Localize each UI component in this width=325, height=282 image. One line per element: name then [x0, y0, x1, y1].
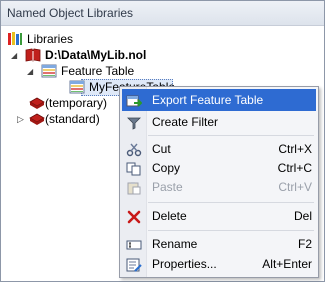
menu-separator: [148, 230, 314, 231]
menu-item-paste[interactable]: Paste Ctrl+V: [122, 176, 316, 198]
red-library-icon: [29, 112, 45, 126]
rename-icon: [126, 237, 142, 251]
collapse-triangle-icon[interactable]: ◢: [27, 67, 34, 76]
menu-item-delete[interactable]: Delete Del: [122, 205, 316, 227]
shortcut-properties: Alt+Enter: [262, 257, 312, 271]
menu-label-export: Export Feature Table: [152, 93, 264, 107]
panel-title-bar: Named Object Libraries: [1, 1, 324, 26]
table-icon: [69, 80, 85, 94]
expand-triangle-icon[interactable]: ▷: [17, 115, 24, 124]
shortcut-delete: Del: [293, 209, 312, 223]
table-icon: [41, 64, 57, 78]
shortcut-rename: F2: [297, 237, 312, 251]
menu-label-create-filter: Create Filter: [152, 115, 219, 129]
tree-label-library-file: D:\Data\MyLib.nol: [45, 48, 147, 62]
red-book-icon: [25, 48, 41, 62]
export-table-icon: [126, 93, 143, 107]
filter-icon: [126, 115, 142, 130]
menu-item-create-filter[interactable]: Create Filter: [122, 111, 316, 133]
books-icon: [7, 31, 22, 45]
collapse-triangle-icon[interactable]: ◢: [11, 51, 18, 60]
tree-label-standard: (standard): [45, 112, 100, 126]
paste-icon: [126, 180, 142, 195]
menu-item-properties[interactable]: Properties... Alt+Enter: [122, 253, 316, 275]
menu-separator: [148, 135, 314, 136]
properties-icon: [126, 257, 142, 272]
shortcut-paste: Ctrl+V: [278, 180, 312, 194]
delete-x-icon: [126, 209, 142, 224]
menu-item-export-feature-table[interactable]: Export Feature Table: [122, 89, 316, 111]
menu-item-rename[interactable]: Rename F2: [122, 233, 316, 255]
menu-label-paste: Paste: [152, 180, 183, 194]
menu-label-properties: Properties...: [152, 257, 217, 271]
red-library-icon: [29, 96, 45, 110]
menu-label-delete: Delete: [152, 209, 187, 223]
menu-separator: [148, 202, 314, 203]
named-object-libraries-panel: Named Object Libraries Libraries ◢ D:\Da…: [0, 0, 325, 282]
tree-label-temporary: (temporary): [45, 96, 108, 110]
context-menu: Export Feature Table Create Filter Cut C…: [119, 86, 319, 278]
menu-label-rename: Rename: [152, 237, 198, 251]
tree-label-libraries: Libraries: [27, 32, 74, 46]
tree-label-feature-table: Feature Table: [61, 64, 135, 78]
panel-title: Named Object Libraries: [7, 6, 134, 20]
copy-icon: [126, 161, 142, 176]
scissors-icon: [126, 142, 142, 157]
